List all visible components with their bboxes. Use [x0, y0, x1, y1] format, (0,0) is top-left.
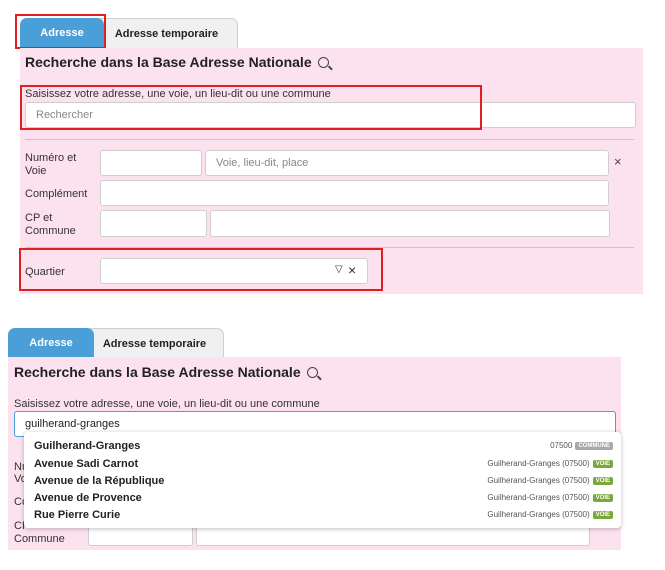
suggestion-name: Avenue de la République [34, 474, 165, 487]
search-label: Saisissez votre adresse, une voie, un li… [14, 398, 320, 410]
search-title: Recherche dans la Base Adresse Nationale [14, 364, 318, 380]
type-badge: VOIE [592, 510, 613, 519]
suggestions-dropdown: Guilherand-Granges 07500 COMMUNE Avenue … [24, 432, 621, 528]
search-title-text: Recherche dans la Base Adresse Nationale [14, 364, 301, 380]
suggestion-meta: Guilherand-Granges (07500) [487, 510, 590, 519]
tab-adresse-temporaire[interactable]: Adresse temporaire [85, 328, 224, 358]
suggestion-item[interactable]: Avenue de Provence Guilherand-Granges (0… [34, 489, 613, 506]
search-highlight-box [20, 85, 482, 130]
commune-input[interactable] [210, 210, 610, 237]
type-badge: VOIE [592, 459, 613, 468]
cp-commune-label: Commune [14, 533, 65, 545]
divider [25, 139, 634, 140]
suggestion-name: Rue Pierre Curie [34, 508, 121, 521]
suggestion-item[interactable]: Avenue Sadi Carnot Guilherand-Granges (0… [34, 455, 613, 472]
suggestion-meta: Guilherand-Granges (07500) [487, 459, 590, 468]
search-icon [317, 57, 329, 68]
suggestion-meta: Guilherand-Granges (07500) [487, 493, 590, 502]
suggestion-meta: 07500 [550, 441, 573, 450]
tab-adresse-temporaire[interactable]: Adresse temporaire [95, 18, 238, 48]
numero-input[interactable] [100, 150, 202, 176]
voie-input[interactable]: Voie, lieu-dit, place [205, 150, 609, 176]
type-badge: VOIE [592, 476, 613, 485]
numero-voie-label: Numéro et Voie [25, 152, 77, 177]
voie-placeholder: Voie, lieu-dit, place [216, 157, 309, 169]
cp-commune-label: CP et Commune [25, 212, 76, 237]
clear-address-icon[interactable]: × [614, 154, 622, 169]
suggestion-name: Avenue Sadi Carnot [34, 457, 139, 470]
complement-label: Complément [25, 188, 88, 200]
suggestion-meta: Guilherand-Granges (07500) [487, 476, 590, 485]
search-title-text: Recherche dans la Base Adresse Nationale [25, 54, 312, 70]
tab-highlight-box [15, 14, 106, 49]
search-title: Recherche dans la Base Adresse Nationale [25, 54, 329, 70]
tab-adresse[interactable]: Adresse [8, 328, 94, 358]
suggestion-item[interactable]: Rue Pierre Curie Guilherand-Granges (075… [34, 506, 613, 523]
complement-input[interactable] [100, 180, 609, 206]
type-badge: VOIE [592, 493, 613, 502]
suggestion-item[interactable]: Guilherand-Granges 07500 COMMUNE [34, 437, 613, 454]
cp-input[interactable] [100, 210, 207, 237]
suggestion-name: Avenue de Provence [34, 491, 142, 504]
search-icon [306, 367, 318, 378]
suggestion-item[interactable]: Avenue de la République Guilherand-Grang… [34, 472, 613, 489]
type-badge: COMMUNE [575, 441, 613, 450]
search-value: guilherand-granges [25, 418, 120, 430]
quartier-highlight-box [19, 248, 383, 291]
suggestion-name: Guilherand-Granges [34, 439, 141, 452]
